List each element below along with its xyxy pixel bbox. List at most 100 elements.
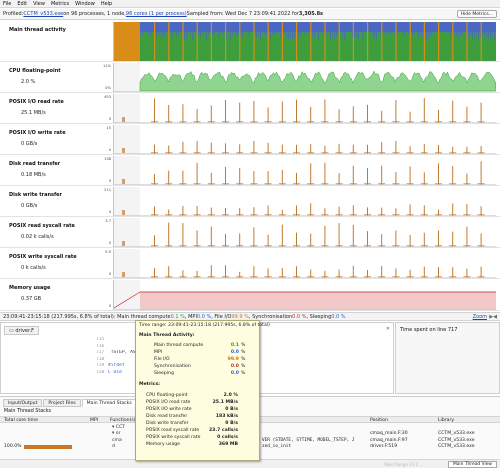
metric-label: CPU floating-point bbox=[9, 68, 61, 74]
io-spike bbox=[310, 22, 312, 61]
activity-value: 0.0 bbox=[230, 371, 239, 376]
activity-key: Sleeping bbox=[154, 371, 174, 376]
metric-val: 2.0 % bbox=[223, 393, 238, 398]
tab-main-thread-stacks[interactable]: Main Thread Stacks bbox=[81, 399, 137, 407]
hide-metrics-button[interactable]: Hide Metrics... bbox=[456, 10, 497, 18]
io-spike bbox=[154, 22, 156, 61]
io-spike bbox=[367, 22, 369, 61]
metric-val: 183 kB/s bbox=[215, 414, 238, 419]
profiled-prefix: Profiled: bbox=[3, 11, 24, 17]
io-spike bbox=[324, 22, 326, 61]
activity-key: File I/O bbox=[154, 357, 170, 362]
io-spike bbox=[296, 22, 298, 61]
io-read-plot[interactable] bbox=[113, 94, 496, 123]
metric-key: Disk write transfer bbox=[146, 421, 189, 426]
col-total[interactable]: Total core time bbox=[4, 418, 38, 423]
tab-project-files[interactable]: Project Files bbox=[43, 399, 81, 407]
menu-bar: File Edit View Metrics Window Help bbox=[0, 0, 500, 8]
metric-spike bbox=[225, 100, 226, 123]
main-thread-view-button[interactable]: Main Thread View bbox=[447, 461, 497, 468]
tab-input-output[interactable]: Input/Output bbox=[3, 399, 43, 407]
metric-spike bbox=[239, 233, 241, 247]
io-spike bbox=[452, 22, 454, 61]
metric-spike bbox=[423, 98, 425, 123]
memory-plot[interactable] bbox=[113, 280, 496, 310]
io-spike bbox=[210, 22, 212, 61]
zoom-link[interactable]: Zoom bbox=[473, 314, 487, 320]
time-range-tooltip: Time range: 23:09:41-23:15:18 (217.995s,… bbox=[135, 320, 270, 461]
cores-link[interactable]: 96 cores (1 per process) bbox=[126, 11, 187, 17]
profile-info-bar: Profiled: CCTM_v533.exe on 96 processes,… bbox=[0, 9, 500, 20]
sleep-percent: 0.0 % bbox=[331, 313, 346, 320]
menu-metrics[interactable]: Metrics bbox=[51, 1, 69, 7]
time-range-text: 23:09:41-23:15:18 (217.995s, 6.8% of tot… bbox=[3, 313, 171, 320]
menu-file[interactable]: File bbox=[3, 1, 11, 7]
metric-spike bbox=[281, 101, 283, 123]
menu-help[interactable]: Help bbox=[101, 1, 112, 7]
io-spike bbox=[267, 22, 269, 61]
metric-spike bbox=[267, 107, 269, 123]
metric-row-io-read: POSIX I/O read rate 25.1 MB/s 453 0 bbox=[0, 93, 500, 124]
fileio-percent: 99.9 % bbox=[231, 313, 249, 320]
metric-spike bbox=[210, 105, 212, 123]
file-icon: ▭ bbox=[9, 328, 14, 334]
cpu-area bbox=[139, 70, 496, 92]
metrics-panel: Main thread activity CPU floating-point … bbox=[0, 21, 500, 311]
metric-spike bbox=[182, 170, 184, 185]
io-spike bbox=[281, 22, 283, 61]
metric-spike bbox=[210, 226, 212, 247]
metric-spike bbox=[168, 170, 170, 185]
read-syscall-plot[interactable] bbox=[113, 218, 496, 247]
io-write-plot[interactable] bbox=[113, 125, 496, 154]
io-spike bbox=[225, 22, 227, 61]
metric-row-disk-read: Disk read transfer 0.18 MB/s 138 0 bbox=[0, 155, 500, 186]
col-position[interactable]: Position bbox=[370, 418, 388, 423]
metric-spike bbox=[395, 230, 397, 247]
activity-key: MPI bbox=[154, 350, 163, 355]
metric-spike bbox=[154, 98, 155, 123]
menu-window[interactable]: Window bbox=[75, 1, 95, 7]
metric-val: 369 MB bbox=[218, 442, 238, 447]
disk-read-plot[interactable] bbox=[113, 156, 496, 185]
col-function[interactable]: Function(s) bbox=[110, 418, 136, 423]
line-time-title: Time spent on line 717 bbox=[400, 327, 458, 333]
cpu-plot[interactable] bbox=[113, 63, 496, 92]
metric-value: 0 GB/s bbox=[21, 203, 38, 209]
metric-spike bbox=[324, 99, 326, 123]
activity-value: 0.1 bbox=[230, 343, 239, 348]
line-time-pane: Time spent on line 717 bbox=[395, 322, 500, 394]
col-library[interactable]: Library bbox=[438, 418, 454, 423]
editor-tab-driver[interactable]: ▭ driver.F bbox=[4, 326, 40, 335]
metric-spike bbox=[480, 233, 482, 247]
io-spike bbox=[381, 22, 383, 61]
metric-label: Disk write transfer bbox=[9, 192, 63, 198]
metric-key: Memory usage bbox=[146, 442, 181, 447]
metric-spike bbox=[168, 222, 170, 247]
metric-spike bbox=[281, 169, 283, 185]
metric-ticks: 5.5 0 bbox=[105, 250, 111, 276]
menu-edit[interactable]: Edit bbox=[17, 1, 27, 7]
tooltip-header: Time range: 23:09:41-23:15:18 (217.995s,… bbox=[139, 323, 270, 328]
fileio-label: , File I/O bbox=[211, 313, 232, 320]
menu-view[interactable]: View bbox=[33, 1, 45, 7]
io-spike bbox=[395, 22, 397, 61]
metrics-title: Metrics: bbox=[139, 382, 161, 387]
executable-link[interactable]: CCTM_v533.exe bbox=[23, 11, 63, 17]
write-syscall-plot[interactable] bbox=[113, 249, 496, 278]
main-thread-activity-plot[interactable] bbox=[113, 22, 496, 61]
compute-percent: 0.1 % bbox=[170, 313, 185, 320]
io-spike bbox=[239, 22, 241, 61]
metric-value: 0.37 GB bbox=[21, 296, 42, 302]
metric-row-io-write: POSIX I/O write rate 0 GB/s 15 0 bbox=[0, 124, 500, 155]
close-icon[interactable]: ✕ bbox=[386, 326, 390, 332]
metric-spike bbox=[196, 162, 198, 185]
disk-write-plot[interactable] bbox=[113, 187, 496, 216]
metric-value: 25.1 MB/s bbox=[21, 110, 46, 116]
metric-key: POSIX read syscall rate bbox=[146, 428, 200, 433]
zoom-icon[interactable]: ▶◀ bbox=[489, 314, 497, 320]
metric-spike bbox=[395, 100, 397, 123]
metric-label: Memory usage bbox=[9, 285, 51, 291]
metric-spike bbox=[367, 104, 368, 123]
metric-ticks: 453 0 bbox=[104, 95, 111, 121]
col-mpi[interactable]: MPI bbox=[90, 418, 98, 423]
